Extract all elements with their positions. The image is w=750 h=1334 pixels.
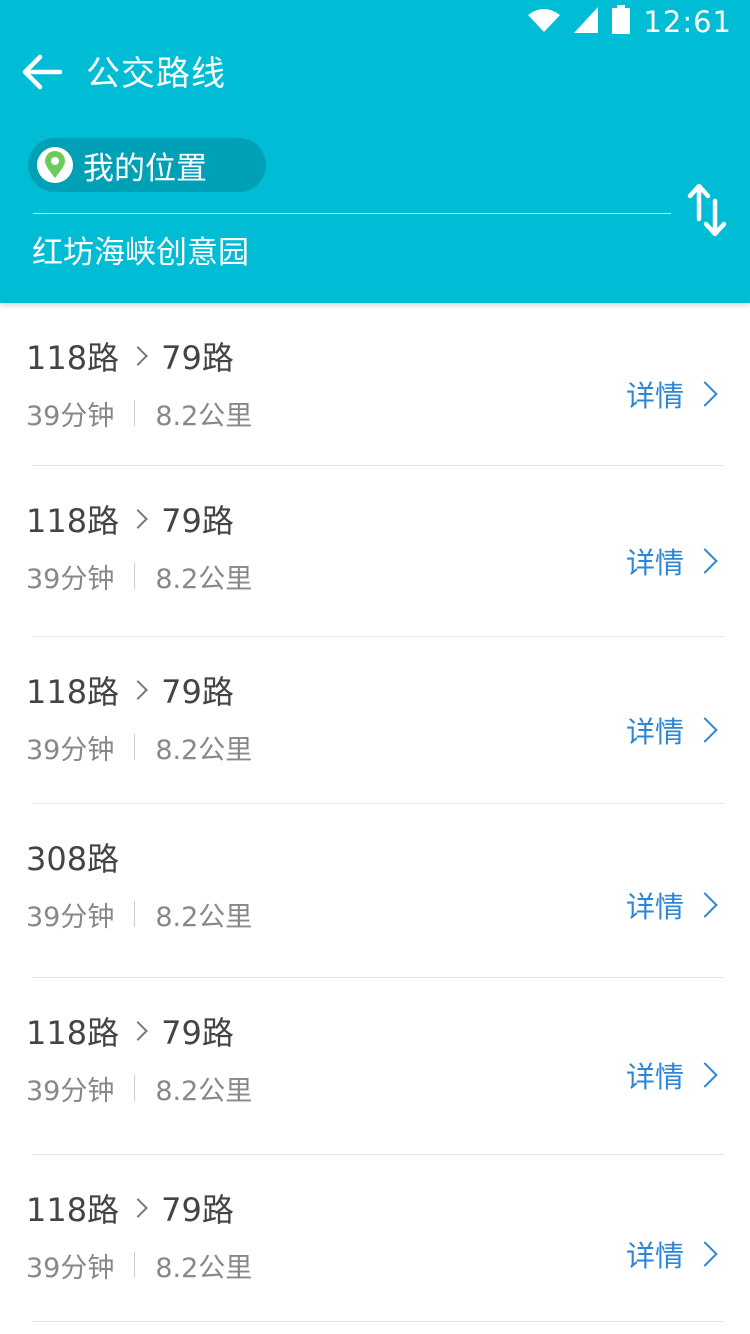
chevron-right-icon [692,717,718,743]
meta-separator [134,901,136,927]
detail-label: 详情 [625,1060,684,1094]
origin-field[interactable]: 我的位置 [28,138,266,192]
status-icons: 12:61 [527,4,732,40]
swap-icon [687,183,727,241]
chevron-right-icon [128,680,148,700]
route-distance: 8.2公里 [155,734,253,766]
meta-separator [134,563,136,589]
route-lines: 118路 79路 [26,1008,234,1054]
status-time: 12:61 [643,5,732,39]
route-duration: 39分钟 [26,1075,115,1107]
header-divider [33,213,671,214]
battery-icon [611,5,631,39]
chevron-right-icon [128,509,148,529]
route-meta: 39分钟 8.2公里 [26,727,252,767]
route-item[interactable]: 118路 79路 39分钟 8.2公里 详情 [0,466,750,637]
detail-label: 详情 [625,546,684,580]
bus-line-label: 79路 [161,339,234,377]
route-distance: 8.2公里 [155,1075,253,1107]
meta-separator [134,1252,136,1278]
route-duration: 39分钟 [26,901,115,933]
bus-line-label: 118路 [26,502,120,540]
location-pin-icon [37,147,73,183]
route-item[interactable]: 118路 79路 39分钟 8.2公里 详情 [0,1155,750,1322]
detail-label: 详情 [625,890,684,924]
route-item[interactable]: 308路 39分钟 8.2公里 详情 [0,804,750,978]
route-detail-link[interactable]: 详情 [625,373,718,415]
destination-field[interactable]: 红坊海峡创意园 [32,230,249,276]
chevron-right-icon [692,892,718,918]
route-distance: 8.2公里 [155,901,253,933]
list-divider [32,1321,724,1322]
route-meta: 39分钟 8.2公里 [26,1245,252,1285]
meta-separator [134,734,136,760]
bus-line-label: 118路 [26,1014,120,1052]
route-distance: 8.2公里 [155,563,253,595]
detail-label: 详情 [625,379,684,413]
detail-label: 详情 [625,1239,684,1273]
bus-line-label: 118路 [26,339,120,377]
route-meta: 39分钟 8.2公里 [26,1068,252,1108]
route-distance: 8.2公里 [155,400,253,432]
back-arrow-icon [22,54,63,94]
cell-signal-icon [573,6,599,38]
bus-line-label: 118路 [26,673,120,711]
route-detail-link[interactable]: 详情 [625,1054,718,1096]
route-distance: 8.2公里 [155,1252,253,1284]
page-title: 公交路线 [86,54,226,94]
route-detail-link[interactable]: 详情 [625,884,718,926]
origin-label: 我的位置 [83,150,207,187]
detail-label: 详情 [625,715,684,749]
route-duration: 39分钟 [26,400,115,432]
back-button[interactable] [20,52,64,96]
route-item[interactable]: 118路 79路 39分钟 8.2公里 详情 [0,637,750,804]
meta-separator [134,1075,136,1101]
route-lines: 118路 79路 [26,1185,234,1231]
route-duration: 39分钟 [26,734,115,766]
route-meta: 39分钟 8.2公里 [26,393,252,433]
chevron-right-icon [692,1241,718,1267]
route-detail-link[interactable]: 详情 [625,1233,718,1275]
bus-line-label: 79路 [161,502,234,540]
chevron-right-icon [128,1198,148,1218]
bus-line-label: 79路 [161,1191,234,1229]
route-list: 118路 79路 39分钟 8.2公里 详情 118路 79路 39分钟 8.2公里 详情 118路… [0,303,750,1322]
swap-button[interactable] [684,183,730,241]
route-lines: 118路 79路 [26,333,234,379]
route-item[interactable]: 118路 79路 39分钟 8.2公里 详情 [0,978,750,1155]
route-lines: 308路 [26,834,119,880]
bus-line-label: 79路 [161,1014,234,1052]
chevron-right-icon [692,381,718,407]
chevron-right-icon [128,1021,148,1041]
status-bar: 12:61 [0,0,750,44]
route-lines: 118路 79路 [26,667,234,713]
bus-line-label: 308路 [26,840,120,878]
meta-separator [134,400,136,426]
chevron-right-icon [692,1062,718,1088]
route-meta: 39分钟 8.2公里 [26,894,252,934]
wifi-icon [527,6,561,38]
bus-line-label: 79路 [161,673,234,711]
route-meta: 39分钟 8.2公里 [26,556,252,596]
route-detail-link[interactable]: 详情 [625,540,718,582]
route-detail-link[interactable]: 详情 [625,709,718,751]
bus-line-label: 118路 [26,1191,120,1229]
route-item[interactable]: 118路 79路 39分钟 8.2公里 详情 [0,303,750,466]
app-header: 12:61 公交路线 我的位置 红坊海峡创意园 [0,0,750,303]
chevron-right-icon [692,548,718,574]
chevron-right-icon [128,346,148,366]
route-duration: 39分钟 [26,563,115,595]
route-duration: 39分钟 [26,1252,115,1284]
route-lines: 118路 79路 [26,496,234,542]
